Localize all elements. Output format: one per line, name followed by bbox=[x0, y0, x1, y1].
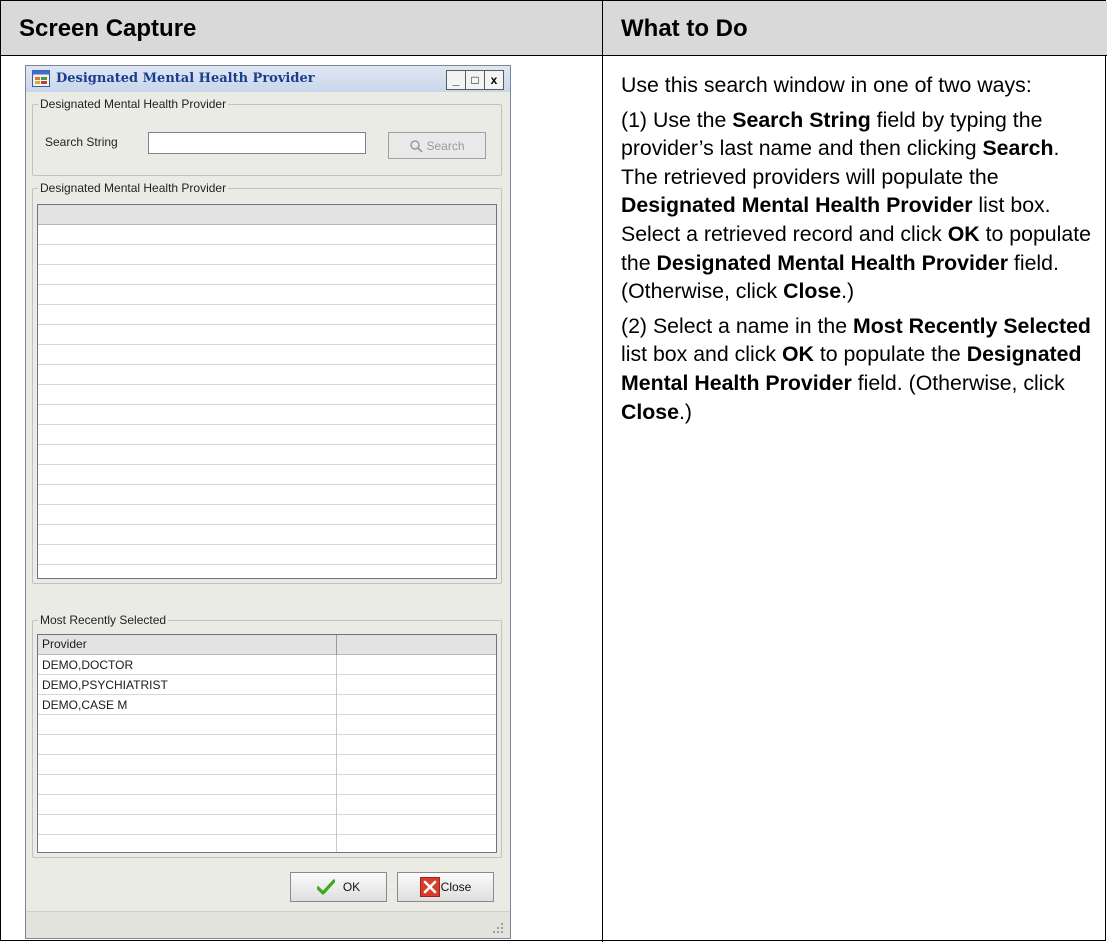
magnifier-icon bbox=[410, 139, 424, 153]
window-close-button[interactable]: x bbox=[485, 71, 503, 89]
recent-list-header: Provider bbox=[38, 635, 496, 655]
empty-row bbox=[38, 465, 496, 485]
empty-row bbox=[38, 735, 496, 755]
resize-grip-icon[interactable] bbox=[492, 922, 504, 934]
column-separator bbox=[336, 635, 337, 655]
close-button-label: Close bbox=[440, 880, 472, 894]
table-header-row: Screen Capture What to Do bbox=[1, 1, 1107, 56]
column-divider bbox=[602, 1, 603, 942]
list-item[interactable]: DEMO,PSYCHIATRIST bbox=[38, 675, 496, 695]
empty-row bbox=[38, 795, 496, 815]
instructions-text: Use this search window in one of two way… bbox=[621, 71, 1099, 432]
empty-row bbox=[38, 385, 496, 405]
empty-row bbox=[38, 775, 496, 795]
empty-row bbox=[38, 545, 496, 565]
recent-group-label: Most Recently Selected bbox=[38, 612, 169, 628]
minimize-button[interactable]: _ bbox=[447, 71, 466, 89]
recent-rows: DEMO,DOCTOR DEMO,PSYCHIATRIST DEMO,CASE … bbox=[38, 655, 496, 852]
empty-row bbox=[38, 285, 496, 305]
instructions-method-1: (1) Use the Search String field by typin… bbox=[621, 107, 1091, 304]
empty-row bbox=[38, 325, 496, 345]
results-rows bbox=[38, 225, 496, 565]
instructions-method-2: (2) Select a name in the Most Recently S… bbox=[621, 313, 1091, 424]
empty-row bbox=[38, 345, 496, 365]
provider-column-header[interactable]: Provider bbox=[42, 637, 87, 651]
empty-row bbox=[38, 305, 496, 325]
empty-row bbox=[38, 425, 496, 445]
title-bar[interactable]: Designated Mental Health Provider _ □ x bbox=[26, 66, 510, 92]
maximize-button[interactable]: □ bbox=[466, 71, 485, 89]
document-table: Screen Capture What to Do Use this searc… bbox=[0, 0, 1107, 942]
window-controls: _ □ x bbox=[446, 70, 504, 90]
empty-row bbox=[38, 245, 496, 265]
header-what-to-do: What to Do bbox=[621, 15, 748, 42]
search-button[interactable]: Search bbox=[388, 132, 486, 159]
list-item[interactable]: DEMO,DOCTOR bbox=[38, 655, 496, 675]
empty-row bbox=[38, 265, 496, 285]
green-checkmark-icon bbox=[316, 879, 335, 895]
ok-button[interactable]: OK bbox=[290, 872, 387, 902]
recent-providers-list[interactable]: Provider DEMO,DOCTOR DEMO,PSYCHIATRIST D… bbox=[37, 634, 497, 853]
results-list-header bbox=[38, 205, 496, 225]
designated-provider-dialog: Designated Mental Health Provider _ □ x … bbox=[25, 65, 511, 939]
empty-row bbox=[38, 225, 496, 245]
empty-row bbox=[38, 405, 496, 425]
app-window-icon bbox=[32, 70, 50, 87]
empty-row bbox=[38, 755, 496, 775]
search-button-label: Search bbox=[426, 138, 465, 153]
column-separator bbox=[336, 655, 337, 852]
close-button[interactable]: Close bbox=[397, 872, 494, 902]
dialog-title: Designated Mental Health Provider bbox=[56, 71, 315, 86]
empty-row bbox=[38, 715, 496, 735]
provider-results-list[interactable] bbox=[37, 204, 497, 579]
search-group-label: Designated Mental Health Provider bbox=[38, 96, 229, 112]
empty-row bbox=[38, 525, 496, 545]
empty-row bbox=[38, 445, 496, 465]
empty-row bbox=[38, 835, 496, 852]
empty-row bbox=[38, 505, 496, 525]
empty-row bbox=[38, 485, 496, 505]
list-item[interactable]: DEMO,CASE M bbox=[38, 695, 496, 715]
search-string-label: Search String bbox=[45, 135, 118, 149]
empty-row bbox=[38, 365, 496, 385]
red-x-icon bbox=[419, 877, 440, 897]
search-string-input[interactable] bbox=[148, 132, 366, 154]
empty-row bbox=[38, 815, 496, 835]
instructions-intro: Use this search window in one of two way… bbox=[621, 73, 1032, 97]
header-screen-capture: Screen Capture bbox=[19, 15, 197, 42]
ok-button-label: OK bbox=[342, 880, 361, 894]
status-strip bbox=[26, 911, 510, 938]
results-group-label: Designated Mental Health Provider bbox=[38, 180, 229, 196]
